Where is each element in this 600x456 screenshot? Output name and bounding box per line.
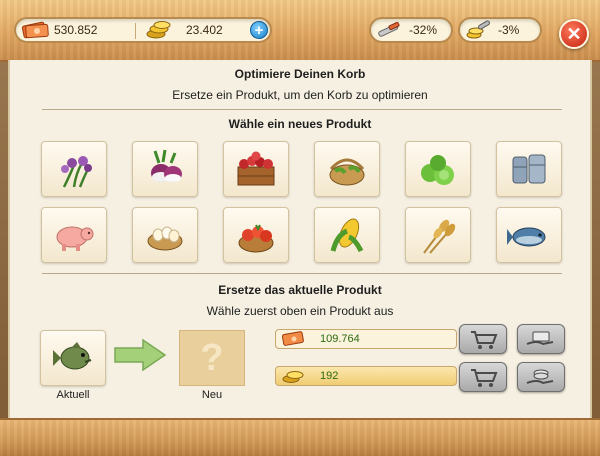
product-tile-lavender[interactable]	[41, 141, 107, 197]
cost-money-bar: 109.764	[275, 329, 457, 349]
dialog-subtitle: Ersetze ein Produkt, um den Korb zu opti…	[172, 88, 428, 102]
tomato-basket-icon	[238, 224, 274, 253]
pipe-tool-icon	[375, 19, 405, 41]
cabbage-icon	[421, 155, 454, 185]
coins-hand-icon	[526, 369, 554, 385]
sell-with-coins-button[interactable]	[517, 362, 565, 392]
wheat-icon	[423, 219, 456, 254]
turnips-icon	[151, 149, 182, 182]
money-value: 530.852	[54, 23, 98, 37]
boost-pipe-value: -32%	[409, 23, 438, 37]
replace-product-heading: Ersetze das aktuelle Produkt	[218, 283, 382, 297]
replace-product-hint: Wähle zuerst oben ein Produkt aus	[206, 304, 394, 318]
banknotes-icon	[280, 330, 308, 348]
divider	[42, 109, 562, 110]
currency-bar: 530.852 23.402 +	[14, 17, 272, 43]
lavender-flowers-icon	[61, 156, 92, 188]
product-tile-eggs[interactable]	[132, 207, 198, 263]
buy-with-coins-button[interactable]	[459, 362, 507, 392]
product-tile-wheat[interactable]	[405, 207, 471, 263]
corn-icon	[330, 218, 364, 253]
arrow-right-icon	[113, 338, 167, 372]
boost-wrench-value: -3%	[498, 23, 520, 37]
banknotes-icon	[20, 19, 50, 41]
new-product-slot: ?	[179, 330, 245, 386]
new-label: Neu	[201, 389, 223, 401]
shopping-cart-icon	[471, 369, 498, 387]
eggs-basket-icon	[147, 226, 183, 251]
wrench-coins-icon	[464, 19, 494, 41]
tuna-fish-icon	[507, 227, 546, 247]
boost-wrench-badge: -3%	[458, 17, 542, 43]
product-tile-pig[interactable]	[41, 207, 107, 263]
product-tile-barrels[interactable]	[496, 141, 562, 197]
choose-product-heading: Wähle ein neues Produkt	[228, 117, 372, 131]
boost-pipe-badge: -32%	[369, 17, 453, 43]
bottom-frame	[0, 418, 600, 456]
cost-money-value: 109.764	[320, 333, 360, 345]
dialog-title: Optimiere Deinen Korb	[234, 67, 366, 81]
product-tile-berries[interactable]	[223, 141, 289, 197]
current-product-tile	[40, 330, 106, 386]
gold-coins-icon	[280, 367, 308, 385]
product-tile-corn[interactable]	[314, 207, 380, 263]
divider	[42, 273, 562, 274]
product-tile-cabbage[interactable]	[405, 141, 471, 197]
gold-coins-icon	[144, 19, 174, 41]
current-label: Aktuell	[56, 389, 90, 401]
plus-icon[interactable]: +	[250, 21, 268, 39]
pig-icon	[56, 226, 94, 251]
buy-with-money-button[interactable]	[459, 324, 507, 354]
cost-coins-value: 192	[320, 370, 339, 382]
product-tile-beans[interactable]	[314, 141, 380, 197]
coins-hand-icon	[526, 331, 554, 346]
berries-crate-icon	[237, 151, 275, 186]
close-icon[interactable]: ✕	[559, 19, 589, 49]
product-tile-tuna[interactable]	[496, 207, 562, 263]
shopping-cart-icon	[471, 331, 498, 349]
divider	[135, 23, 136, 39]
sell-with-money-button[interactable]	[517, 324, 565, 354]
beans-basket-icon	[329, 158, 365, 186]
product-tile-turnips[interactable]	[132, 141, 198, 197]
product-tile-tomatoes[interactable]	[223, 207, 289, 263]
metal-barrels-icon	[512, 154, 546, 184]
bass-fish-icon	[53, 342, 92, 370]
new-product-placeholder: ?	[200, 336, 224, 379]
cost-coins-bar: 192	[275, 366, 457, 386]
coins-value: 23.402	[186, 23, 223, 37]
